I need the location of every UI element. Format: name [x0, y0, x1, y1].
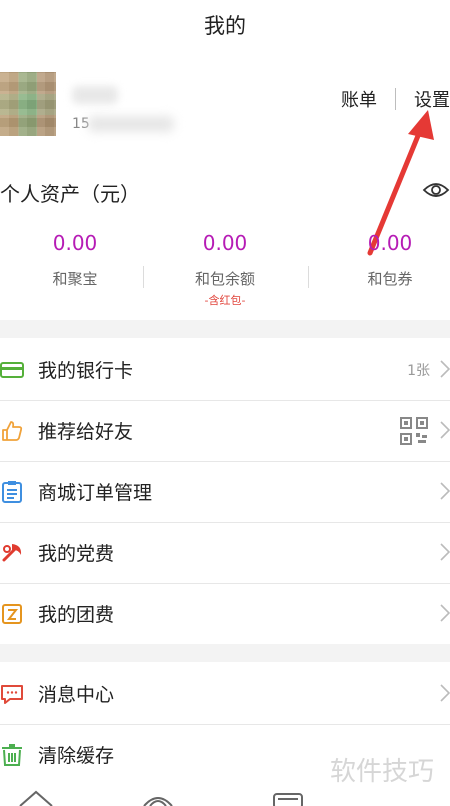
blurred-phone-number [88, 116, 174, 132]
asset-label: 和聚宝 [52, 270, 98, 288]
chevron-right-icon [440, 360, 450, 378]
menu-item-recommend[interactable]: 推荐给好友 [0, 401, 450, 462]
wallet-icon[interactable] [143, 797, 173, 806]
menu-item-orders[interactable]: 商城订单管理 [0, 462, 450, 523]
thumbs-up-icon [2, 421, 23, 441]
home-icon[interactable] [19, 790, 53, 806]
chevron-right-icon [440, 684, 450, 702]
assets-title: 个人资产（元） [0, 182, 140, 206]
menu-item-label: 商城订单管理 [38, 482, 153, 504]
asset-balance[interactable]: 0.00 和包余额 -含红包- [150, 228, 300, 308]
chevron-right-icon [440, 604, 450, 622]
menu-group-1: 我的银行卡 1张 推荐给好友 商城订单管理 我的党费 我的团费 [0, 340, 450, 644]
asset-label: 和包余额 [194, 270, 255, 288]
eye-icon[interactable] [422, 180, 450, 200]
order-list-icon [2, 481, 22, 503]
menu-item-label: 我的团费 [38, 604, 115, 626]
party-fee-icon [2, 544, 22, 562]
bank-card-count: 1张 [407, 363, 430, 379]
avatar[interactable] [0, 72, 56, 136]
asset-divider [143, 266, 144, 288]
section-gap [0, 320, 450, 338]
menu-item-party-fee[interactable]: 我的党费 [0, 523, 450, 584]
assets-row: 0.00 和聚宝 0.00 和包余额 -含红包- 0.00 和包券 [0, 228, 450, 308]
chevron-right-icon [440, 482, 450, 500]
trash-icon [2, 744, 22, 766]
chevron-right-icon [440, 543, 450, 561]
league-fee-icon [2, 604, 22, 624]
qr-code-icon[interactable] [400, 417, 428, 445]
page-header: 我的 [0, 0, 450, 48]
asset-label: 和包券 [367, 270, 413, 288]
card-icon[interactable] [273, 793, 303, 806]
menu-item-messages[interactable]: 消息中心 [0, 664, 450, 725]
watermark-text: 软件技巧 [323, 749, 440, 790]
menu-item-label: 我的党费 [38, 543, 115, 565]
bank-card-icon [0, 362, 24, 378]
menu-item-label: 清除缓存 [38, 745, 115, 767]
menu-item-label: 我的银行卡 [38, 360, 134, 382]
section-gap [0, 644, 450, 662]
asset-value: 0.00 [202, 231, 248, 255]
message-icon [1, 685, 23, 704]
asset-value: 0.00 [367, 231, 413, 255]
chevron-right-icon [440, 421, 450, 439]
page-title: 我的 [204, 14, 246, 38]
menu-item-label: 推荐给好友 [38, 421, 134, 443]
menu-item-label: 消息中心 [38, 684, 115, 706]
blurred-username [72, 86, 118, 104]
asset-coupon[interactable]: 0.00 和包券 [300, 228, 450, 289]
asset-sub-label: -含红包- [204, 294, 246, 307]
menu-item-bank-card[interactable]: 我的银行卡 1张 [0, 340, 450, 401]
asset-hejubao[interactable]: 0.00 和聚宝 [0, 228, 150, 289]
asset-value: 0.00 [52, 231, 98, 255]
menu-item-league-fee[interactable]: 我的团费 [0, 584, 450, 644]
